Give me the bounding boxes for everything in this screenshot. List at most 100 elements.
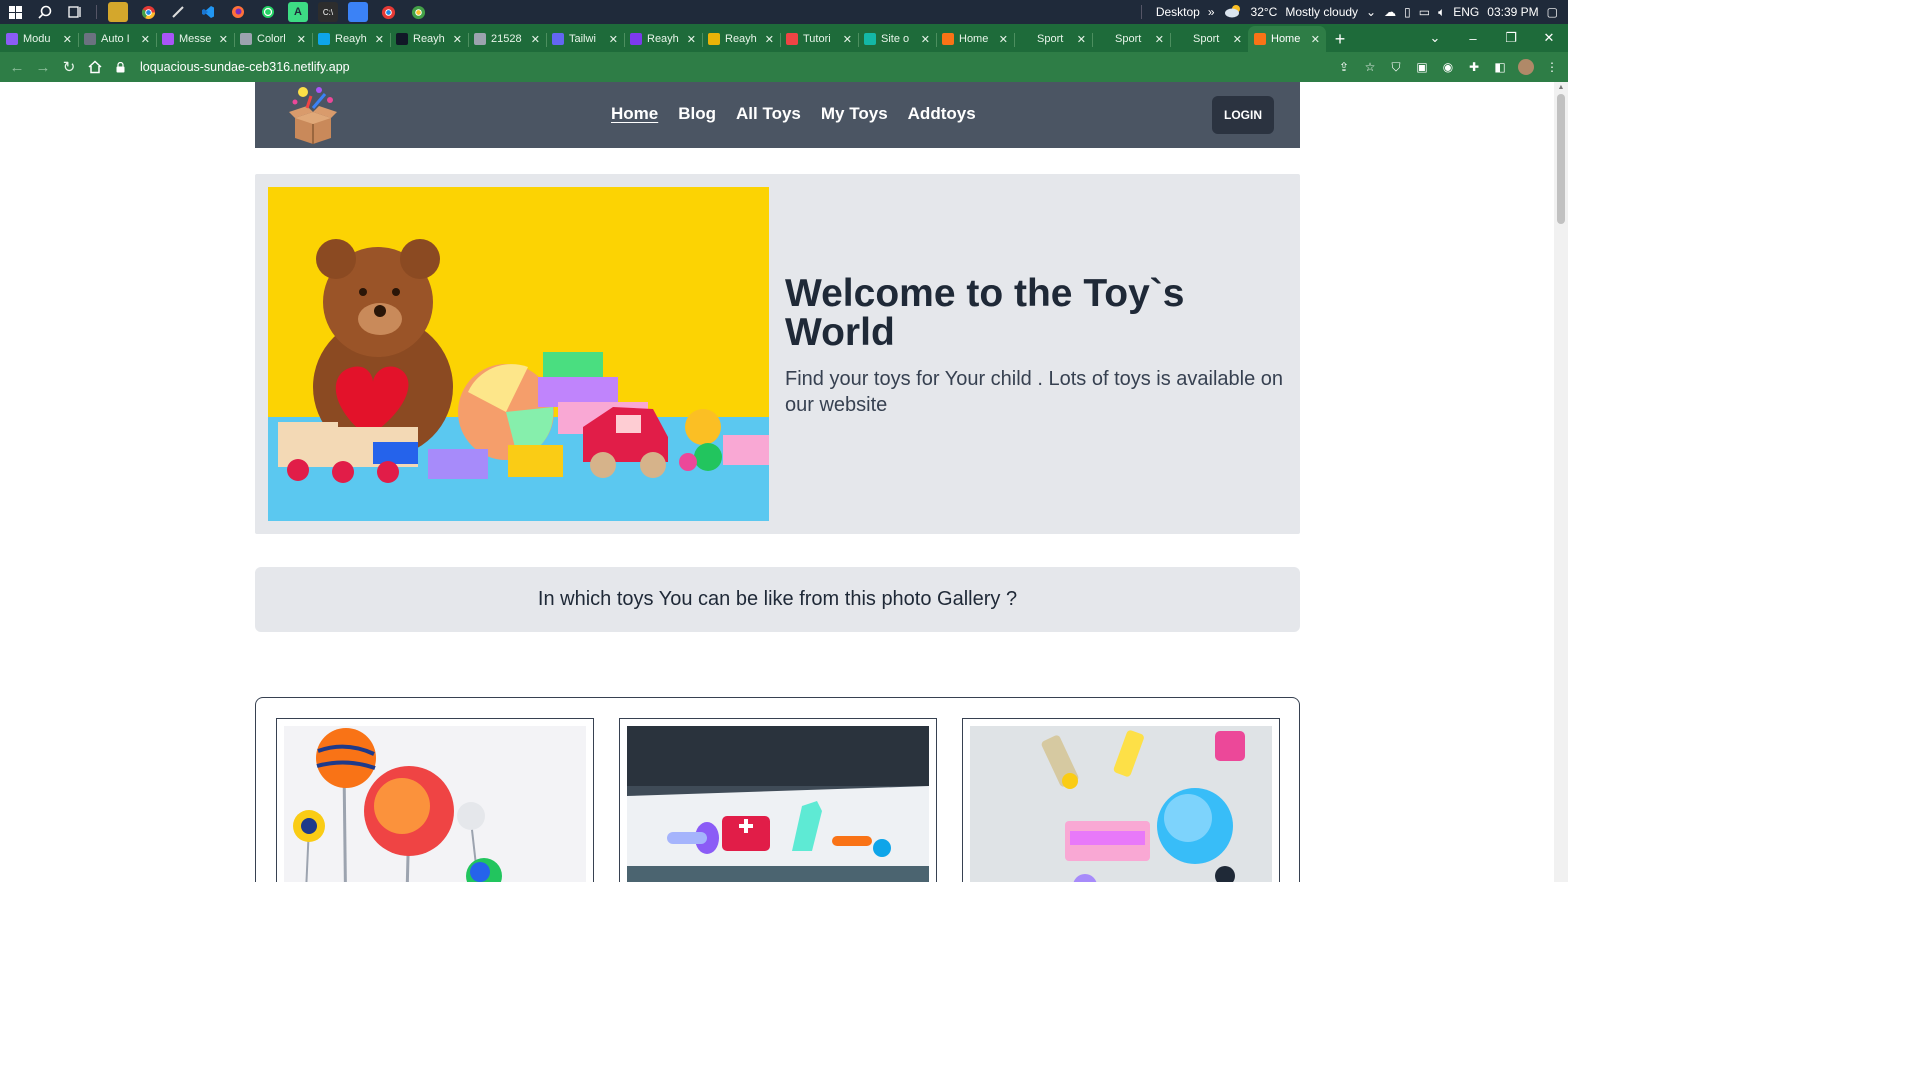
tab-close-icon[interactable]: ✕ xyxy=(843,33,852,46)
browser-tab-active[interactable]: Home ✕ xyxy=(1248,26,1326,52)
browser-tab[interactable]: 21528 ✕ xyxy=(468,26,546,52)
onedrive-icon[interactable]: ☁ xyxy=(1384,5,1396,19)
browser-tab[interactable]: Tutori ✕ xyxy=(780,26,858,52)
taskbar-separator-right xyxy=(1140,5,1142,19)
tab-label: Reayh xyxy=(335,33,367,45)
tab-close-icon[interactable]: ✕ xyxy=(921,33,930,46)
desktop-toolbar-label[interactable]: Desktop xyxy=(1156,5,1200,19)
forward-arrow-icon[interactable]: → xyxy=(30,54,56,80)
extension-square-icon[interactable]: ▣ xyxy=(1414,59,1430,75)
tab-close-icon[interactable]: ✕ xyxy=(63,33,72,46)
url-text[interactable]: loquacious-sundae-ceb316.netlify.app xyxy=(140,60,350,74)
nav-link-all-toys[interactable]: All Toys xyxy=(736,104,801,124)
browser-tab[interactable]: Site o ✕ xyxy=(858,26,936,52)
tab-close-icon[interactable]: ✕ xyxy=(1155,33,1164,46)
tab-close-icon[interactable]: ✕ xyxy=(687,33,696,46)
network-icon[interactable]: ▭ xyxy=(1419,5,1430,19)
extensions-puzzle-icon[interactable]: ✚ xyxy=(1466,59,1482,75)
restore-icon[interactable]: ❐ xyxy=(1492,30,1530,46)
close-window-icon[interactable]: ✕ xyxy=(1530,30,1568,46)
lock-icon[interactable] xyxy=(114,61,126,73)
tab-label: Sport xyxy=(1193,33,1220,45)
language-indicator[interactable]: ENG xyxy=(1453,5,1479,19)
tab-close-icon[interactable]: ✕ xyxy=(765,33,774,46)
tab-close-icon[interactable]: ✕ xyxy=(1311,33,1320,46)
battery-icon[interactable]: ▯ xyxy=(1404,5,1411,19)
browser-tab[interactable]: Sport ✕ xyxy=(1170,26,1248,52)
volume-icon[interactable]: 🔈︎ xyxy=(1438,5,1445,20)
extension-shield-icon[interactable]: ⛉ xyxy=(1388,59,1404,75)
minimize-icon[interactable]: – xyxy=(1454,31,1492,46)
chevron-double-icon[interactable]: » xyxy=(1208,5,1215,19)
tab-favicon-icon xyxy=(1254,33,1266,45)
tab-close-icon[interactable]: ✕ xyxy=(1077,33,1086,46)
nav-link-my-toys[interactable]: My Toys xyxy=(821,104,888,124)
tab-close-icon[interactable]: ✕ xyxy=(375,33,384,46)
nav-link-home[interactable]: Home xyxy=(611,104,658,124)
whatsapp-icon[interactable] xyxy=(258,2,278,22)
share-icon[interactable]: ⇪ xyxy=(1336,59,1352,75)
page-scrollbar[interactable]: ▲ xyxy=(1554,82,1568,882)
chrome-icon[interactable] xyxy=(138,2,158,22)
tab-close-icon[interactable]: ✕ xyxy=(141,33,150,46)
pen-tool-icon[interactable] xyxy=(168,2,188,22)
browser-tab[interactable]: Reayh ✕ xyxy=(312,26,390,52)
browser-tab[interactable]: Reayh ✕ xyxy=(624,26,702,52)
windows-start-icon[interactable] xyxy=(5,2,25,22)
tab-close-icon[interactable]: ✕ xyxy=(531,33,540,46)
browser-tab[interactable]: Tailwi ✕ xyxy=(546,26,624,52)
search-icon[interactable] xyxy=(35,2,55,22)
firefox-icon[interactable] xyxy=(228,2,248,22)
chrome-alt-icon[interactable] xyxy=(408,2,428,22)
vscode-icon[interactable] xyxy=(198,2,218,22)
nav-link-blog[interactable]: Blog xyxy=(678,104,716,124)
profile-avatar[interactable] xyxy=(1518,59,1534,75)
browser-tab[interactable]: Auto I ✕ xyxy=(78,26,156,52)
home-icon[interactable] xyxy=(82,54,108,80)
terminal-icon[interactable]: C:\ xyxy=(318,2,338,22)
nav-link-addtoys[interactable]: Addtoys xyxy=(908,104,976,124)
side-panel-icon[interactable]: ◧ xyxy=(1492,59,1508,75)
new-tab-icon[interactable]: + xyxy=(1326,26,1354,52)
clock[interactable]: 03:39 PM xyxy=(1487,5,1538,19)
browser-tab[interactable]: Reayh ✕ xyxy=(702,26,780,52)
weather-desc[interactable]: Mostly cloudy xyxy=(1285,5,1358,19)
gallery-card[interactable] xyxy=(962,718,1280,882)
tab-close-icon[interactable]: ✕ xyxy=(1233,33,1242,46)
photos-icon[interactable] xyxy=(348,2,368,22)
file-explorer-icon[interactable] xyxy=(108,2,128,22)
browser-tab[interactable]: Messe ✕ xyxy=(156,26,234,52)
tab-close-icon[interactable]: ✕ xyxy=(453,33,462,46)
browser-tab[interactable]: Home ✕ xyxy=(936,26,1014,52)
browser-tab[interactable]: Sport ✕ xyxy=(1092,26,1170,52)
toolbar-actions: ⇪ ☆ ⛉ ▣ ◉ ✚ ◧ ⋮ xyxy=(1336,59,1560,75)
back-arrow-icon[interactable]: ← xyxy=(4,54,30,80)
login-button[interactable]: LOGIN xyxy=(1212,96,1274,134)
gallery-card[interactable] xyxy=(619,718,937,882)
chevron-up-icon[interactable]: ⌄ xyxy=(1366,5,1376,19)
browser-tab[interactable]: Modu ✕ xyxy=(0,26,78,52)
weather-temp[interactable]: 32°C xyxy=(1251,5,1278,19)
toy-box-logo[interactable] xyxy=(285,84,341,146)
tab-close-icon[interactable]: ✕ xyxy=(999,33,1008,46)
extension-circle-icon[interactable]: ◉ xyxy=(1440,59,1456,75)
tab-close-icon[interactable]: ✕ xyxy=(219,33,228,46)
tab-close-icon[interactable]: ✕ xyxy=(297,33,306,46)
tab-search-icon[interactable]: ⌄ xyxy=(1416,30,1454,46)
android-studio-icon[interactable]: A xyxy=(288,2,308,22)
scrollbar-thumb[interactable] xyxy=(1557,94,1565,224)
chrome-profile-icon[interactable] xyxy=(378,2,398,22)
browser-tab[interactable]: Sport ✕ xyxy=(1014,26,1092,52)
tab-favicon-icon xyxy=(864,33,876,45)
browser-tab[interactable]: Colorl ✕ xyxy=(234,26,312,52)
bookmark-star-icon[interactable]: ☆ xyxy=(1362,59,1378,75)
notifications-icon[interactable]: ▢ xyxy=(1547,5,1558,19)
gallery-card[interactable] xyxy=(276,718,594,882)
address-bar[interactable]: loquacious-sundae-ceb316.netlify.app xyxy=(114,54,1376,80)
browser-tab[interactable]: Reayh ✕ xyxy=(390,26,468,52)
tab-close-icon[interactable]: ✕ xyxy=(609,33,618,46)
reload-icon[interactable]: ↻ xyxy=(56,54,82,80)
menu-kebab-icon[interactable]: ⋮ xyxy=(1544,59,1560,75)
task-view-icon[interactable] xyxy=(65,2,85,22)
scroll-up-icon[interactable]: ▲ xyxy=(1554,84,1568,91)
